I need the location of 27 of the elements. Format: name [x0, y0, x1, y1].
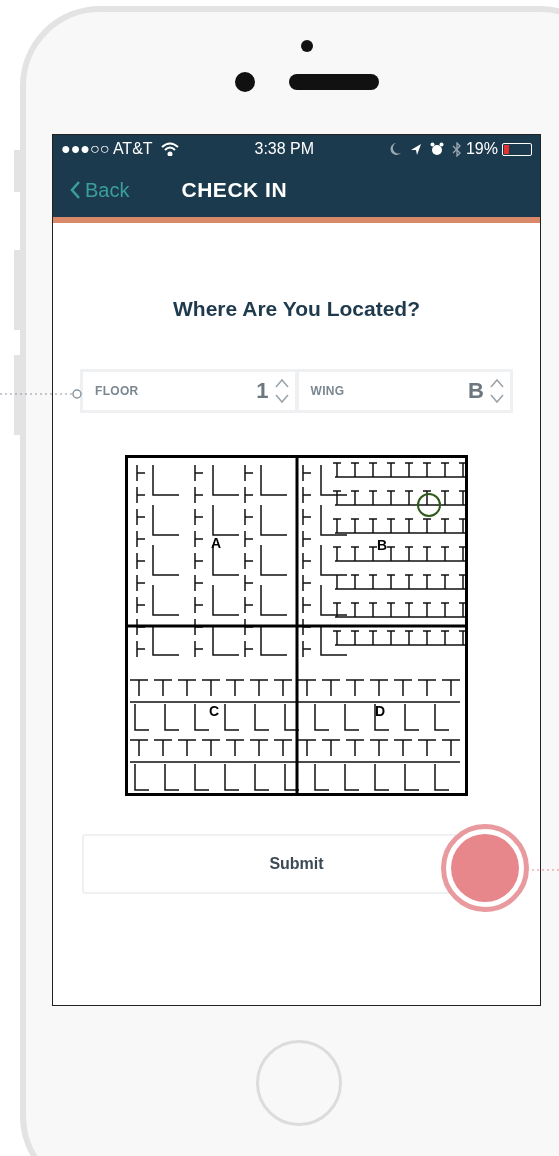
home-button[interactable] [256, 1040, 342, 1126]
clock-text: 3:38 PM [254, 139, 315, 159]
bluetooth-icon [451, 141, 462, 157]
field-label: FLOOR [95, 382, 139, 400]
question-heading: Where Are You Located? [173, 296, 420, 322]
wing-label: B [377, 535, 388, 555]
camera-lens-icon [234, 72, 255, 92]
location-marker-icon [417, 492, 441, 517]
battery-percent: 19% [465, 139, 498, 159]
chevron-left-icon [69, 180, 81, 200]
field-value: 1 [256, 377, 269, 405]
location-arrow-icon [409, 142, 422, 156]
alarm-clock-icon [429, 142, 444, 156]
back-button[interactable]: Back [69, 175, 130, 205]
carrier-text: ●●●○○ AT&T [61, 139, 153, 159]
moon-icon [389, 142, 402, 156]
wifi-icon [160, 142, 179, 156]
wing-label: C [209, 701, 220, 721]
battery-icon [502, 142, 532, 156]
field-value: B [468, 377, 484, 405]
wing-label: D [375, 701, 386, 721]
stepper-field[interactable]: WING B [298, 371, 510, 410]
screen-title: CHECK IN [181, 177, 288, 204]
field-label: WING [310, 382, 345, 400]
front-camera-icon [300, 40, 313, 52]
wing-label: A [211, 533, 222, 553]
stepper-field[interactable]: FLOOR 1 [83, 371, 295, 410]
